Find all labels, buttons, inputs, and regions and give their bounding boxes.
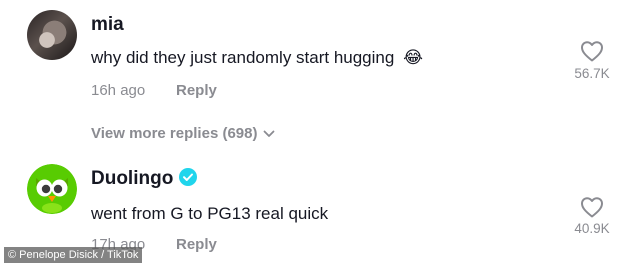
view-more-replies-button[interactable]: View more replies (698) — [91, 125, 275, 142]
reply-button[interactable]: Reply — [176, 236, 217, 253]
heart-icon[interactable] — [580, 196, 604, 218]
comment-text: went from G to PG13 real quick — [91, 204, 329, 223]
avatar[interactable] — [27, 10, 77, 60]
comment-timestamp: 16h ago — [91, 82, 146, 99]
comment-username[interactable]: mia — [91, 14, 124, 36]
like-count: 40.9K — [574, 221, 610, 236]
chevron-down-icon — [264, 130, 275, 137]
reply-button[interactable]: Reply — [176, 82, 217, 99]
image-credit: © Penelope Disick / TikTok — [4, 247, 143, 263]
comment-text-body: why did they just randomly start hugging — [91, 48, 395, 67]
laughing-emoji-icon: 😂 — [403, 48, 423, 67]
comment-username-text: Duolingo — [91, 168, 174, 189]
verified-badge-icon — [179, 168, 198, 186]
heart-icon[interactable] — [580, 40, 604, 62]
comment-text: why did they just randomly start hugging… — [91, 48, 423, 68]
duolingo-owl-avatar[interactable] — [27, 164, 77, 214]
view-more-label: View more replies (698) — [91, 125, 258, 142]
like-count: 56.7K — [574, 66, 610, 81]
comment-username[interactable]: Duolingo — [91, 168, 198, 190]
